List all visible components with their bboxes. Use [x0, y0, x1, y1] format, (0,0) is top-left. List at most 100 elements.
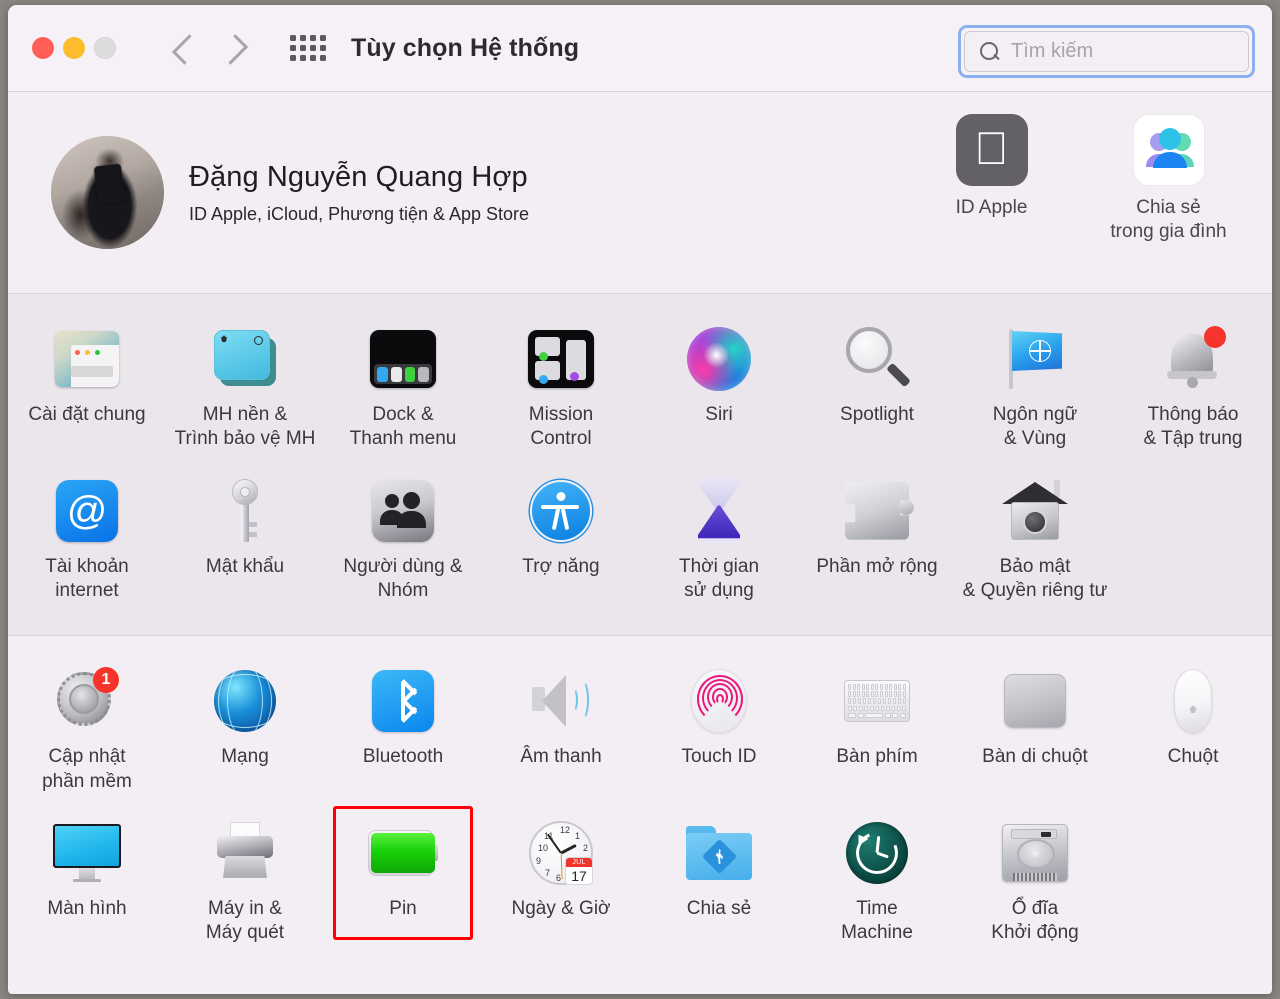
show-all-grid-icon[interactable] [289, 33, 327, 63]
notification-badge [1204, 326, 1226, 348]
account-text-block: Đặng Nguyễn Quang Hợp ID Apple, iCloud, … [189, 161, 529, 225]
pref-item-sound[interactable]: Âm thanh [482, 658, 640, 804]
hardware-icon-grid: 1 Cập nhậtphần mềm Mạng [8, 658, 1272, 955]
pref-item-keyboard[interactable]: Bàn phím [798, 658, 956, 804]
minimize-button[interactable] [63, 37, 85, 59]
pref-item-software-update[interactable]: 1 Cập nhậtphần mềm [8, 658, 166, 804]
grid-dot [320, 45, 326, 51]
desktop-screensaver-icon [210, 324, 280, 394]
grid-dot [320, 35, 326, 41]
pref-label: MissionControl [529, 403, 593, 452]
pref-label: Thông báo& Tập trung [1144, 403, 1243, 452]
pref-item-spotlight[interactable]: Spotlight [798, 316, 956, 462]
trackpad-icon [1000, 666, 1070, 736]
pref-label: Chia sẻ [687, 897, 751, 921]
avatar[interactable] [51, 136, 164, 249]
language-region-icon [1000, 324, 1070, 394]
users-groups-icon [368, 476, 438, 546]
grid-dot [310, 55, 316, 61]
notifications-focus-icon [1158, 324, 1228, 394]
pref-label: Mạng [221, 745, 269, 769]
search-icon [979, 41, 1001, 63]
pref-item-desktop-screensaver[interactable]: MH nền &Trình bảo vệ MH [166, 316, 324, 462]
pref-label: Touch ID [682, 745, 757, 769]
bluetooth-icon [368, 666, 438, 736]
pref-item-internet-accounts[interactable]: @ Tài khoảninternet [8, 468, 166, 614]
pref-item-printers-scanners[interactable]: Máy in &Máy quét [166, 810, 324, 956]
pref-item-displays[interactable]: Màn hình [8, 810, 166, 956]
security-privacy-icon [1000, 476, 1070, 546]
pref-label: Mật khẩu [206, 555, 284, 579]
pref-label: Ngày & Giờ [511, 897, 610, 921]
update-count-badge: 1 [93, 667, 119, 693]
forward-chevron-icon[interactable] [220, 31, 246, 65]
grid-dot [290, 35, 296, 41]
pref-label: Máy in &Máy quét [206, 897, 284, 946]
pref-item-bluetooth[interactable]: Bluetooth [324, 658, 482, 804]
apple-account-section[interactable]: Đặng Nguyễn Quang Hợp ID Apple, iCloud, … [8, 92, 1272, 294]
pref-item-users-groups[interactable]: Người dùng &Nhóm [324, 468, 482, 614]
screen-time-icon [684, 476, 754, 546]
general-icon [52, 324, 122, 394]
clock-num: 9 [536, 856, 541, 866]
pref-label: Âm thanh [520, 745, 601, 769]
pref-item-time-machine[interactable]: TimeMachine [798, 810, 956, 956]
keyboard-icon [842, 666, 912, 736]
pref-grid-empty-cell [1114, 810, 1272, 956]
pref-item-general[interactable]: Cài đặt chung [8, 316, 166, 462]
account-subtitle: ID Apple, iCloud, Phương tiện & App Stor… [189, 204, 529, 225]
apple-id-label: ID Apple [914, 196, 1069, 220]
pref-item-screen-time[interactable]: Thời giansử dụng [640, 468, 798, 614]
network-globe-icon [210, 666, 280, 736]
pref-item-mouse[interactable]: Chuột [1114, 658, 1272, 804]
pref-item-sharing[interactable]: Chia sẻ [640, 810, 798, 956]
pref-label: Cập nhậtphần mềm [42, 745, 132, 794]
calendar-badge: JUL 17 [565, 857, 593, 885]
navigation-buttons [172, 31, 246, 65]
pref-label: Dock &Thanh menu [350, 403, 457, 452]
pref-item-dock-menubar[interactable]: Dock &Thanh menu [324, 316, 482, 462]
clock-num: 7 [545, 868, 550, 878]
pref-item-date-time[interactable]: 12 1 2 3 9 10 11 7 6 JUL 17 [482, 810, 640, 956]
back-chevron-icon[interactable] [172, 31, 198, 65]
pref-label: Bàn di chuột [982, 745, 1088, 769]
pref-item-notifications-focus[interactable]: Thông báo& Tập trung [1114, 316, 1272, 462]
pref-item-battery[interactable]: Pin [324, 810, 482, 956]
pref-item-security-privacy[interactable]: Bảo mật& Quyền riêng tư [956, 468, 1114, 614]
system-preferences-window: Tùy chọn Hệ thống Đặng Nguyễn Quang Hợp … [8, 5, 1272, 994]
pref-label: Pin [389, 897, 416, 921]
search-field-focus-ring [958, 25, 1255, 78]
zoom-button[interactable] [94, 37, 116, 59]
window-title: Tùy chọn Hệ thống [351, 34, 579, 63]
search-input[interactable] [1011, 40, 1231, 63]
clock-num: 1 [575, 831, 580, 841]
pref-item-startup-disk[interactable]: Ổ đĩaKhởi động [956, 810, 1114, 956]
displays-icon [52, 818, 122, 888]
system-preferences-pane: Cài đặt chung MH nền &Trình bảo vệ MH Do… [8, 294, 1272, 636]
pref-label: MH nền &Trình bảo vệ MH [175, 403, 316, 452]
apple-logo-icon:  [956, 114, 1028, 186]
family-sharing-button[interactable]: Chia sẻtrong gia đình [1091, 114, 1246, 244]
pref-item-passwords[interactable]: Mật khẩu [166, 468, 324, 614]
calendar-day: 17 [566, 867, 592, 885]
pref-item-accessibility[interactable]: Trợ năng [482, 468, 640, 614]
pref-label: Chuột [1168, 745, 1219, 769]
pref-item-language-region[interactable]: Ngôn ngữ& Vùng [956, 316, 1114, 462]
dock-menubar-icon [368, 324, 438, 394]
apple-id-button[interactable]:  ID Apple [914, 114, 1069, 244]
pref-item-touch-id[interactable]: Touch ID [640, 658, 798, 804]
mission-control-icon [526, 324, 596, 394]
pref-label: Ngôn ngữ& Vùng [993, 403, 1078, 452]
spotlight-icon [842, 324, 912, 394]
pref-item-siri[interactable]: Siri [640, 316, 798, 462]
pref-item-trackpad[interactable]: Bàn di chuột [956, 658, 1114, 804]
close-button[interactable] [32, 37, 54, 59]
pref-label: Màn hình [47, 897, 126, 921]
pref-item-mission-control[interactable]: MissionControl [482, 316, 640, 462]
search-field[interactable] [964, 31, 1249, 72]
pref-item-network[interactable]: Mạng [166, 658, 324, 804]
avatar-phone-detail [94, 164, 126, 205]
grid-dot [290, 45, 296, 51]
pref-item-extensions[interactable]: Phần mở rộng [798, 468, 956, 614]
pref-label: Thời giansử dụng [679, 555, 759, 604]
